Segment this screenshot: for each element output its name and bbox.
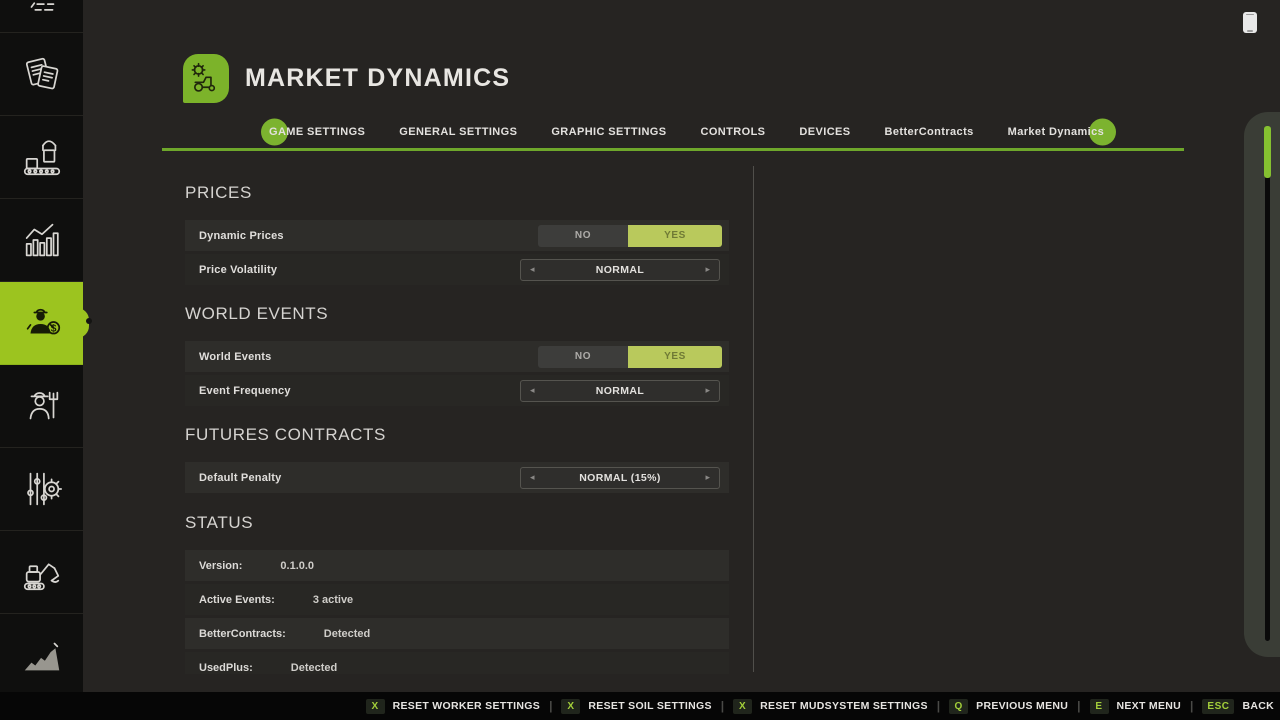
reset-soil-settings-button[interactable]: X RESET SOIL SETTINGS <box>561 699 711 714</box>
active-tab-dot <box>86 318 92 324</box>
status-label: Active Events: <box>185 594 275 606</box>
setting-row-world-events: World Events NO YES <box>185 341 729 372</box>
status-label: BetterContracts: <box>185 628 286 640</box>
setting-label: Price Volatility <box>185 264 277 276</box>
sliders-gear-icon <box>19 466 65 512</box>
section-heading-futures-contracts: FUTURES CONTRACTS <box>185 425 729 445</box>
setting-row-event-frequency: Event Frequency ◂ NORMAL ▸ <box>185 375 729 406</box>
sidebar-item-market-dynamics[interactable]: $ <box>0 282 83 365</box>
key-x: X <box>366 699 385 714</box>
sidebar-item-vehicle-settings[interactable] <box>0 448 83 531</box>
tab-market-dynamics[interactable]: Market Dynamics <box>1008 126 1105 138</box>
production-icon <box>19 134 65 180</box>
back-button[interactable]: ESC BACK <box>1202 699 1274 714</box>
setting-row-dynamic-prices: Dynamic Prices NO YES <box>185 220 729 251</box>
previous-menu-button[interactable]: Q PREVIOUS MENU <box>949 699 1068 714</box>
tab-bar: GAME SETTINGS GENERAL SETTINGS GRAPHIC S… <box>269 120 1104 144</box>
svg-text:$: $ <box>50 323 56 335</box>
next-menu-button[interactable]: E NEXT MENU <box>1090 699 1182 714</box>
reset-worker-settings-button[interactable]: X RESET WORKER SETTINGS <box>366 699 540 714</box>
toggle-yes-option[interactable]: YES <box>628 346 722 368</box>
status-row-version: Version: 0.1.0.0 <box>185 550 729 581</box>
tab-controls[interactable]: CONTROLS <box>701 126 766 138</box>
farmer-icon <box>19 383 65 429</box>
tab-graphic-settings[interactable]: GRAPHIC SETTINGS <box>551 126 666 138</box>
tab-bettercontracts[interactable]: BetterContracts <box>885 126 974 138</box>
dynamic-prices-toggle[interactable]: NO YES <box>538 225 722 247</box>
setting-label: Default Penalty <box>185 472 281 484</box>
setting-row-price-volatility: Price Volatility ◂ NORMAL ▸ <box>185 254 729 285</box>
toggle-no-option[interactable]: NO <box>538 346 628 368</box>
market-dynamics-icon: $ <box>19 300 65 346</box>
market-dynamics-app-icon <box>183 54 229 103</box>
section-heading-world-events: WORLD EVENTS <box>185 304 729 324</box>
sidebar-item-production[interactable] <box>0 116 83 199</box>
status-label: Version: <box>185 560 242 572</box>
market-dynamics-settings-screen: $ <box>0 0 1280 720</box>
clipped-icon <box>19 0 65 33</box>
key-x: X <box>561 699 580 714</box>
status-label: UsedPlus: <box>185 662 253 674</box>
tab-underline <box>162 148 1184 151</box>
setting-row-default-penalty: Default Penalty ◂ NORMAL (15%) ▸ <box>185 462 729 493</box>
settings-panel: PRICES Dynamic Prices NO YES Price Volat… <box>185 167 729 674</box>
status-value: Detected <box>291 662 337 674</box>
default-penalty-stepper[interactable]: ◂ NORMAL (15%) ▸ <box>520 467 720 489</box>
stepper-value: NORMAL <box>521 264 719 276</box>
section-heading-status: STATUS <box>185 513 729 533</box>
sidebar-item-excavator[interactable] <box>0 531 83 614</box>
setting-label: Event Frequency <box>185 385 291 397</box>
stepper-value: NORMAL <box>521 385 719 397</box>
status-value: 0.1.0.0 <box>280 560 314 572</box>
separator: | <box>937 699 940 713</box>
tab-game-settings[interactable]: GAME SETTINGS <box>269 126 365 138</box>
event-frequency-stepper[interactable]: ◂ NORMAL ▸ <box>520 380 720 402</box>
separator: | <box>721 699 724 713</box>
stepper-value: NORMAL (15%) <box>521 472 719 484</box>
mobile-device-icon <box>1243 12 1257 33</box>
key-x: X <box>733 699 752 714</box>
sidebar-item-terrain[interactable] <box>0 614 83 697</box>
bottom-key-hint-bar: X RESET WORKER SETTINGS | X RESET SOIL S… <box>0 692 1280 720</box>
excavator-icon <box>19 549 65 595</box>
price-volatility-stepper[interactable]: ◂ NORMAL ▸ <box>520 259 720 281</box>
page-title: MARKET DYNAMICS <box>245 64 510 93</box>
toggle-no-option[interactable]: NO <box>538 225 628 247</box>
sidebar-item-contracts[interactable] <box>0 33 83 116</box>
sidebar: $ <box>0 0 83 692</box>
statistics-icon <box>19 217 65 263</box>
sidebar-item-clipped[interactable] <box>0 0 83 33</box>
reset-mudsystem-settings-button[interactable]: X RESET MUDSYSTEM SETTINGS <box>733 699 928 714</box>
toggle-yes-option[interactable]: YES <box>628 225 722 247</box>
status-row-active-events: Active Events: 3 active <box>185 584 729 615</box>
terrain-chart-icon <box>19 632 65 678</box>
separator: | <box>1077 699 1080 713</box>
section-heading-prices: PRICES <box>185 183 729 203</box>
setting-label: World Events <box>185 351 272 363</box>
content-divider <box>753 166 754 672</box>
tab-general-settings[interactable]: GENERAL SETTINGS <box>399 126 517 138</box>
setting-label: Dynamic Prices <box>185 230 284 242</box>
world-events-toggle[interactable]: NO YES <box>538 346 722 368</box>
status-value: 3 active <box>313 594 353 606</box>
key-e: E <box>1090 699 1109 714</box>
scrollbar-track[interactable] <box>1265 128 1270 641</box>
key-esc: ESC <box>1202 699 1234 714</box>
tab-devices[interactable]: DEVICES <box>799 126 850 138</box>
scrollbar-container <box>1244 112 1280 657</box>
status-row-usedplus: UsedPlus: Detected <box>185 652 729 674</box>
scrollbar-thumb[interactable] <box>1264 126 1271 178</box>
key-q: Q <box>949 699 968 714</box>
contracts-icon <box>19 51 65 97</box>
separator: | <box>549 699 552 713</box>
sidebar-item-statistics[interactable] <box>0 199 83 282</box>
separator: | <box>1190 699 1193 713</box>
status-row-bettercontracts: BetterContracts: Detected <box>185 618 729 649</box>
status-value: Detected <box>324 628 370 640</box>
sidebar-item-farmer[interactable] <box>0 365 83 448</box>
